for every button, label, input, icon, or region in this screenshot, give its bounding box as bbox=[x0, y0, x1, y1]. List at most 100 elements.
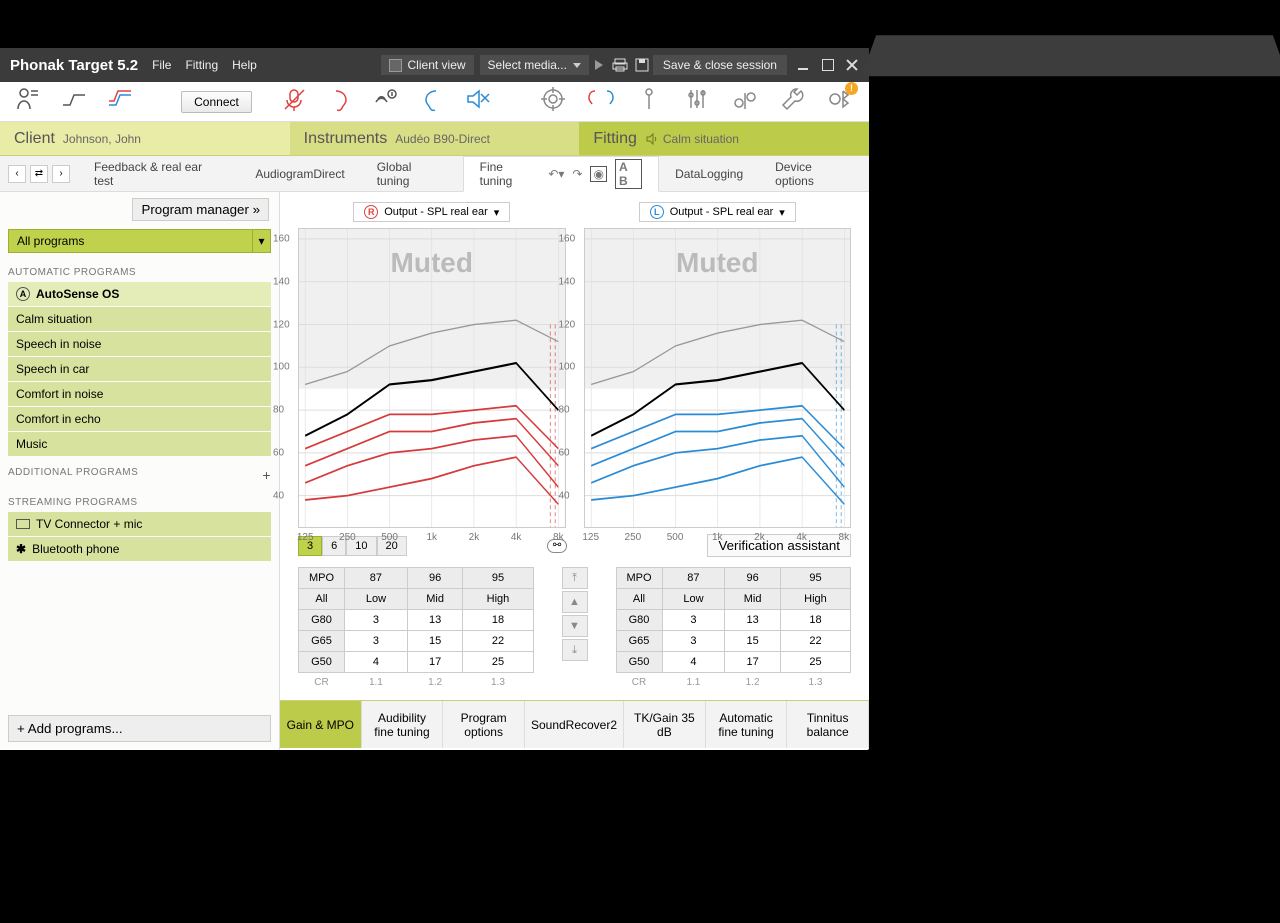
additional-programs-header: ADDITIONAL PROGRAMS+ bbox=[8, 467, 271, 483]
probe-icon[interactable] bbox=[635, 85, 663, 118]
tab-device-options[interactable]: Device options bbox=[759, 156, 869, 191]
chart-l-selector[interactable]: LOutput - SPL real ear ▾ bbox=[639, 202, 796, 222]
sidebar-item[interactable]: Speech in car bbox=[8, 357, 271, 381]
chart-r-selector[interactable]: ROutput - SPL real ear ▾ bbox=[353, 202, 510, 222]
data-icon[interactable] bbox=[731, 85, 759, 118]
workspace: ROutput - SPL real ear ▾ Muted 160140120… bbox=[280, 192, 869, 750]
menu-help[interactable]: Help bbox=[232, 58, 257, 72]
add-icon[interactable]: + bbox=[262, 467, 271, 483]
x-tick: 250 bbox=[625, 532, 642, 543]
bottom-tab[interactable]: Tinnitus balance bbox=[787, 701, 869, 748]
bottom-tab[interactable]: SoundRecover2 bbox=[525, 701, 624, 748]
gain-table-right[interactable]: MPO879695AllLowMidHighG8031318G6531522G5… bbox=[298, 567, 534, 692]
x-tick: 1k bbox=[712, 532, 723, 543]
minimize-icon[interactable] bbox=[797, 58, 811, 72]
y-tick: 120 bbox=[273, 319, 290, 330]
r-badge-icon: R bbox=[364, 205, 378, 219]
speaker-mute-icon[interactable] bbox=[464, 85, 492, 118]
arrow-top-icon[interactable]: ⤒ bbox=[562, 567, 588, 589]
context-bar: Client Johnson, John Instruments Audéo B… bbox=[0, 122, 869, 156]
sidebar-item[interactable]: Calm situation bbox=[8, 307, 271, 331]
play-icon[interactable] bbox=[595, 60, 603, 70]
y-tick: 100 bbox=[559, 362, 576, 373]
toolbar: Connect bbox=[0, 82, 869, 122]
ears-pair-icon[interactable] bbox=[587, 85, 615, 118]
bottom-tab[interactable]: Audibility fine tuning bbox=[362, 701, 444, 748]
camera-icon[interactable]: ◉ bbox=[590, 166, 606, 182]
menu-fitting[interactable]: Fitting bbox=[185, 58, 218, 72]
program-manager-button[interactable]: Program manager » bbox=[132, 198, 269, 221]
connect-button[interactable]: Connect bbox=[181, 91, 252, 113]
x-tick: 2k bbox=[754, 532, 765, 543]
save-close-button[interactable]: Save & close session bbox=[653, 55, 787, 75]
gain-arrows: ⤒ ▲ ▼ ⤓ bbox=[562, 567, 588, 661]
nav-back-button[interactable]: ‹ bbox=[8, 165, 26, 183]
gain-table-left[interactable]: MPO879695AllLowMidHighG8031318G6531522G5… bbox=[616, 567, 852, 692]
arrow-up-icon[interactable]: ▲ bbox=[562, 591, 588, 613]
bottom-tab[interactable]: TK/Gain 35 dB bbox=[624, 701, 706, 748]
bottom-tab[interactable]: Gain & MPO bbox=[280, 701, 362, 748]
ab-icon[interactable]: A B bbox=[615, 159, 642, 189]
curve2-icon[interactable] bbox=[106, 85, 134, 118]
sidebar-item[interactable]: AAutoSense OS bbox=[8, 282, 271, 306]
plot-left[interactable]: Muted 1601401201008060401252505001k2k4k8… bbox=[584, 228, 852, 528]
redo-icon[interactable]: ↷ bbox=[572, 167, 582, 181]
target-icon[interactable] bbox=[539, 85, 567, 118]
nav-fwd-button[interactable]: › bbox=[52, 165, 70, 183]
y-tick: 160 bbox=[559, 233, 576, 244]
tab-fine-tuning[interactable]: Fine tuning ↶▾ ↷ ◉ A B bbox=[463, 156, 659, 192]
program-selector[interactable]: All programs ▾ bbox=[8, 229, 271, 253]
tab-audiogram[interactable]: AudiogramDirect bbox=[239, 156, 360, 191]
y-tick: 100 bbox=[273, 362, 290, 373]
bluetooth-alert-icon[interactable] bbox=[827, 85, 855, 118]
client-view-label: Client view bbox=[408, 58, 466, 72]
wrench-icon[interactable] bbox=[779, 85, 807, 118]
tab-global[interactable]: Global tuning bbox=[361, 156, 463, 191]
chevron-down-icon: ▾ bbox=[252, 230, 270, 252]
tv-icon bbox=[16, 519, 30, 529]
undo-icon[interactable]: ↶▾ bbox=[548, 167, 564, 181]
arrow-down-icon[interactable]: ▼ bbox=[562, 615, 588, 637]
maximize-icon[interactable] bbox=[821, 58, 835, 72]
signal-icon[interactable] bbox=[372, 85, 400, 118]
mic-mute-icon[interactable] bbox=[280, 85, 308, 118]
client-view-toggle[interactable]: Client view bbox=[381, 55, 474, 75]
ear-left-icon[interactable] bbox=[418, 85, 446, 118]
save-icon[interactable] bbox=[634, 57, 650, 73]
arrow-bottom-icon[interactable]: ⤓ bbox=[562, 639, 588, 661]
menu-file[interactable]: File bbox=[152, 58, 171, 72]
y-tick: 120 bbox=[559, 319, 576, 330]
sliders-icon[interactable] bbox=[683, 85, 711, 118]
verification-button[interactable]: Verification assistant bbox=[707, 534, 851, 557]
print-icon[interactable] bbox=[612, 57, 628, 73]
media-label: Select media... bbox=[488, 58, 567, 72]
curve1-icon[interactable] bbox=[60, 85, 88, 118]
ear-right-icon[interactable] bbox=[326, 85, 354, 118]
tab-datalogging[interactable]: DataLogging bbox=[659, 156, 759, 191]
sidebar-item[interactable]: Comfort in noise bbox=[8, 382, 271, 406]
sidebar-item[interactable]: Comfort in echo bbox=[8, 407, 271, 431]
context-client[interactable]: Client Johnson, John bbox=[0, 122, 290, 155]
plot-right[interactable]: Muted 1601401201008060401252505001k2k4k8… bbox=[298, 228, 566, 528]
context-fitting[interactable]: Fitting Calm situation bbox=[579, 122, 869, 155]
y-tick: 140 bbox=[273, 276, 290, 287]
context-instruments[interactable]: Instruments Audéo B90-Direct bbox=[290, 122, 580, 155]
nav-swap-button[interactable]: ⇄ bbox=[30, 165, 48, 183]
sidebar-item[interactable]: ✱Bluetooth phone bbox=[8, 537, 271, 561]
add-programs-button[interactable]: + Add programs... bbox=[8, 715, 271, 742]
sidebar-item[interactable]: TV Connector + mic bbox=[8, 512, 271, 536]
y-tick: 160 bbox=[273, 233, 290, 244]
client-icon[interactable] bbox=[14, 85, 42, 118]
sidebar-item[interactable]: Speech in noise bbox=[8, 332, 271, 356]
x-tick: 500 bbox=[667, 532, 684, 543]
tab-feedback[interactable]: Feedback & real ear test bbox=[78, 156, 239, 191]
sidebar-item[interactable]: Music bbox=[8, 432, 271, 456]
bottom-tab[interactable]: Program options bbox=[443, 701, 525, 748]
y-tick: 60 bbox=[559, 447, 570, 458]
y-tick: 40 bbox=[559, 490, 570, 501]
titlebar: Phonak Target 5.2 File Fitting Help Clie… bbox=[0, 48, 869, 82]
bottom-tab[interactable]: Automatic fine tuning bbox=[706, 701, 788, 748]
select-media-dropdown[interactable]: Select media... bbox=[480, 55, 589, 75]
close-icon[interactable] bbox=[845, 58, 859, 72]
tab-row: ‹ ⇄ › Feedback & real ear test Audiogram… bbox=[0, 156, 869, 192]
